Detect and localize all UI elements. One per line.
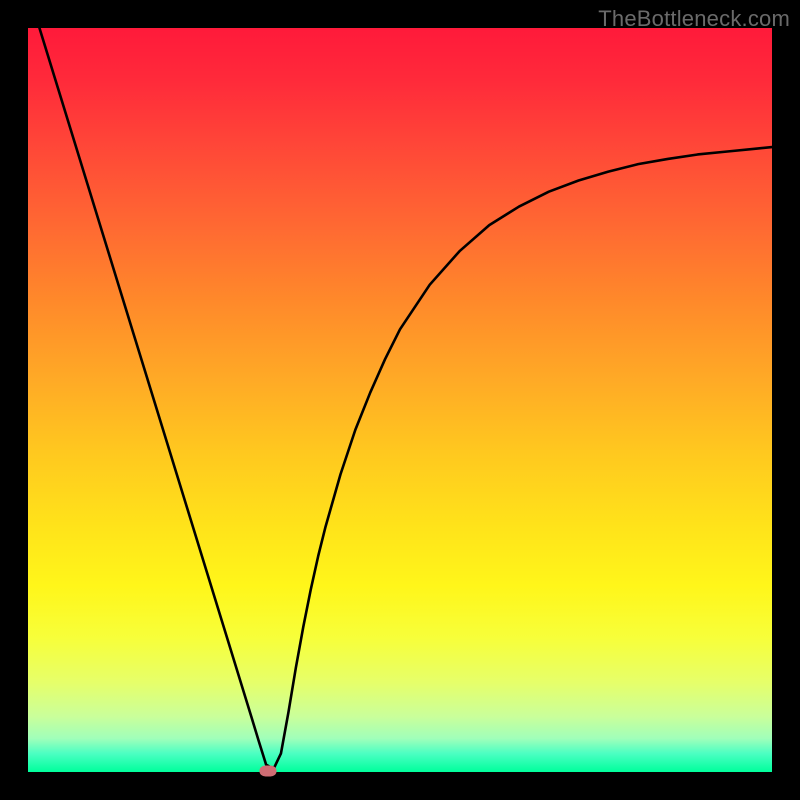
watermark-text: TheBottleneck.com [598,6,790,32]
minimum-marker [260,765,277,776]
chart-frame: TheBottleneck.com [0,0,800,800]
plot-area [28,28,772,772]
bottleneck-curve [28,28,772,772]
